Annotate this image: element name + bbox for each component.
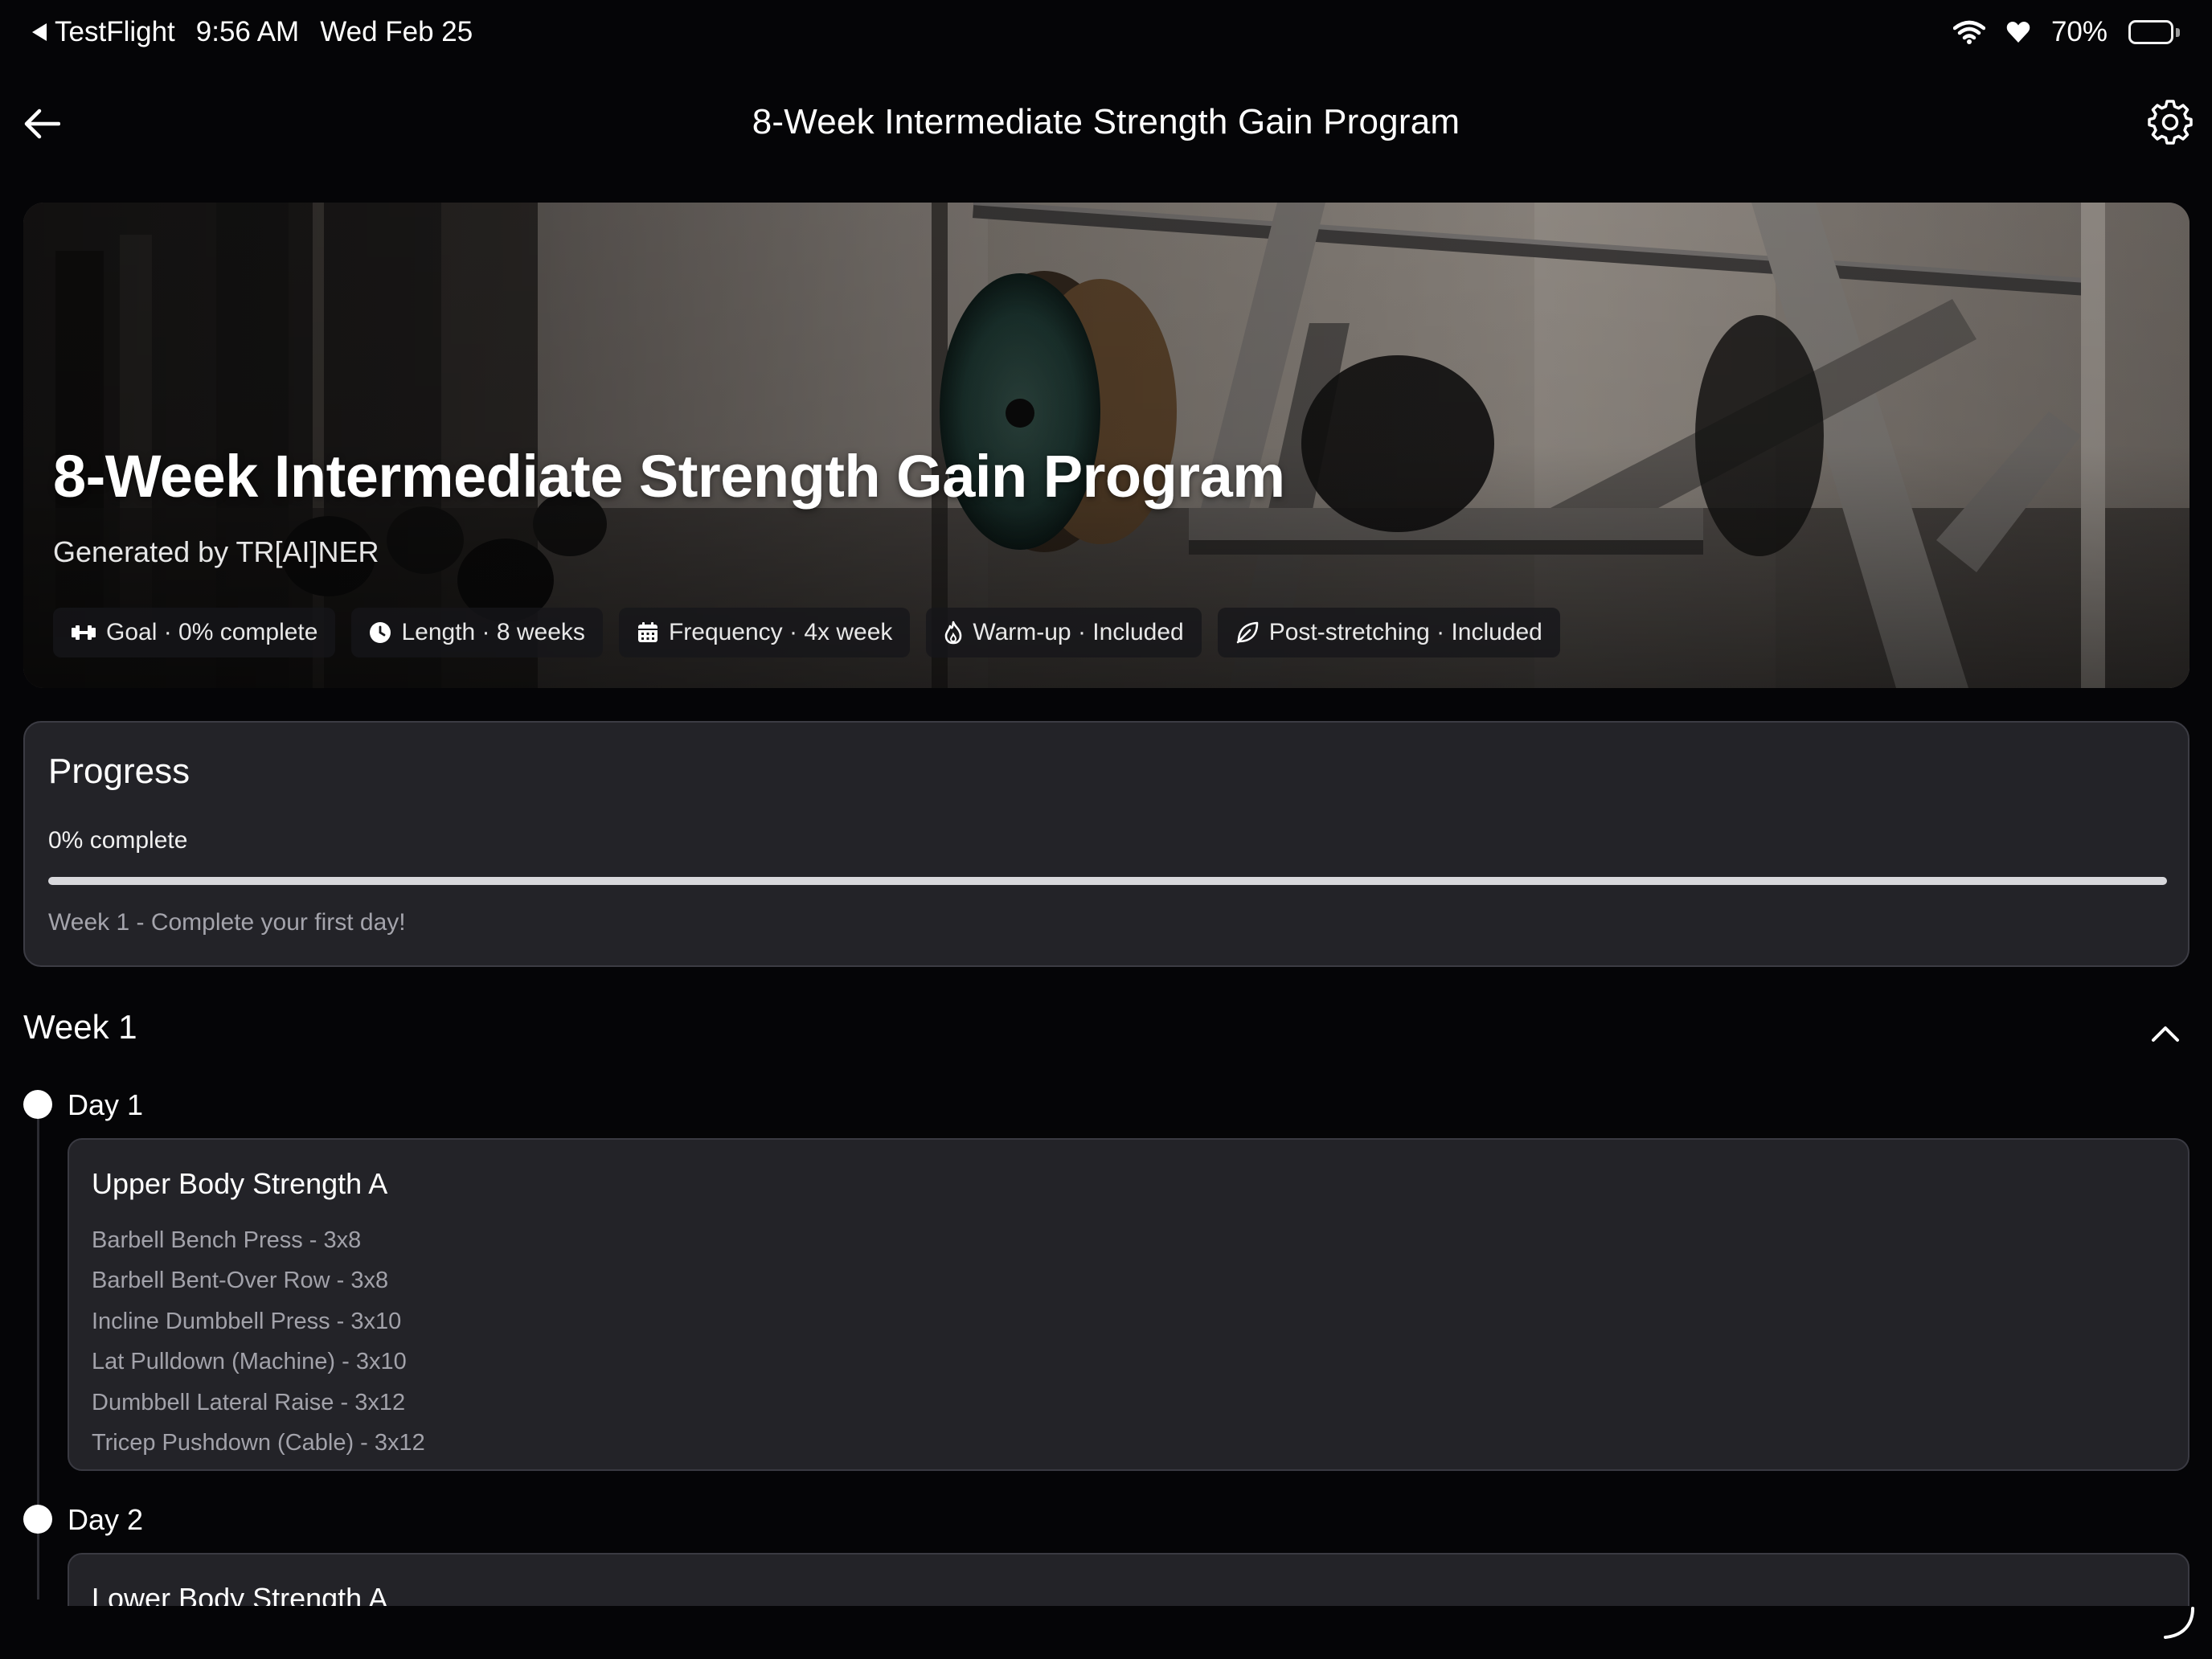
back-to-app-link[interactable]: TestFlight — [32, 16, 175, 48]
bottom-bar-area — [0, 1606, 2212, 1659]
status-bar: TestFlight 9:56 AM Wed Feb 25 70% — [0, 0, 2212, 64]
app-header: 8-Week Intermediate Strength Gain Progra… — [0, 80, 2212, 164]
day-2-label: Day 2 — [68, 1503, 144, 1536]
battery-icon — [2128, 20, 2180, 44]
exercise-item: Tricep Pushdown (Cable) - 3x12 — [92, 1429, 425, 1456]
post-stretching-chip-label: Post-stretching · Included — [1268, 619, 1542, 645]
program-hero: 8-Week Intermediate Strength Gain Progra… — [23, 203, 2189, 688]
leaf-icon — [1236, 621, 1259, 644]
frequency-chip-label: Frequency · 4x week — [668, 619, 893, 645]
heart-icon — [2006, 21, 2030, 43]
length-chip-label: Length · 8 weeks — [401, 619, 585, 645]
progress-card: Progress 0% complete Week 1 - Complete y… — [23, 721, 2189, 967]
dumbbell-icon — [72, 625, 96, 640]
home-indicator-icon — [2161, 1605, 2196, 1645]
day-1-workout-card[interactable]: Upper Body Strength A Barbell Bench Pres… — [68, 1138, 2189, 1471]
exercise-item: Barbell Bench Press - 3x8 — [92, 1227, 362, 1253]
exercise-item: Lat Pulldown (Machine) - 3x10 — [92, 1349, 407, 1375]
back-button[interactable] — [18, 100, 66, 148]
exercise-item: Dumbbell Lateral Raise - 3x12 — [92, 1389, 406, 1415]
page-title: 8-Week Intermediate Strength Gain Progra… — [752, 102, 1460, 141]
program-screen: TestFlight 9:56 AM Wed Feb 25 70% 8-Week… — [0, 0, 2212, 1659]
workout-title: Upper Body Strength A — [92, 1167, 388, 1200]
progress-note: Week 1 - Complete your first day! — [48, 909, 406, 936]
chevron-up-icon — [2152, 1026, 2179, 1042]
day-1-label: Day 1 — [68, 1088, 144, 1121]
program-subtitle: Generated by TR[AI]NER — [53, 535, 379, 568]
wifi-icon — [1952, 20, 1985, 44]
day-2-status-dot — [23, 1505, 52, 1534]
calendar-icon — [637, 622, 657, 642]
exercise-item: Incline Dumbbell Press - 3x10 — [92, 1308, 402, 1334]
back-triangle-icon — [32, 23, 47, 41]
post-stretching-chip: Post-stretching · Included — [1217, 608, 1560, 657]
progress-title: Progress — [48, 752, 190, 791]
flame-icon — [945, 621, 962, 645]
frequency-chip: Frequency · 4x week — [618, 608, 911, 657]
day-1-status-dot — [23, 1090, 52, 1119]
warmup-chip: Warm-up · Included — [926, 608, 1202, 657]
status-time: 9:56 AM — [195, 16, 300, 47]
week-title: Week 1 — [23, 1008, 137, 1046]
progress-bar — [48, 877, 2167, 885]
battery-percent: 70% — [2050, 16, 2108, 47]
settings-button[interactable] — [2144, 96, 2196, 148]
goal-chip-label: Goal · 0% complete — [106, 619, 318, 645]
goal-chip: Goal · 0% complete — [53, 608, 336, 657]
program-attribute-chips: Goal · 0% complete Length · 8 weeks Freq… — [53, 608, 1560, 657]
gear-icon — [2148, 100, 2193, 145]
collapse-week-button[interactable] — [2143, 1011, 2188, 1056]
back-app-label: TestFlight — [55, 16, 175, 47]
progress-percent-label: 0% complete — [48, 827, 188, 854]
length-chip: Length · 8 weeks — [351, 608, 603, 657]
status-date: Wed Feb 25 — [320, 16, 473, 47]
arrow-left-icon — [24, 109, 60, 139]
program-title: 8-Week Intermediate Strength Gain Progra… — [53, 443, 1285, 510]
exercise-item: Barbell Bent-Over Row - 3x8 — [92, 1268, 389, 1294]
exercise-list: Barbell Bench Press - 3x8 Barbell Bent-O… — [92, 1220, 425, 1463]
clock-icon — [370, 622, 391, 643]
warmup-chip-label: Warm-up · Included — [973, 619, 1184, 645]
